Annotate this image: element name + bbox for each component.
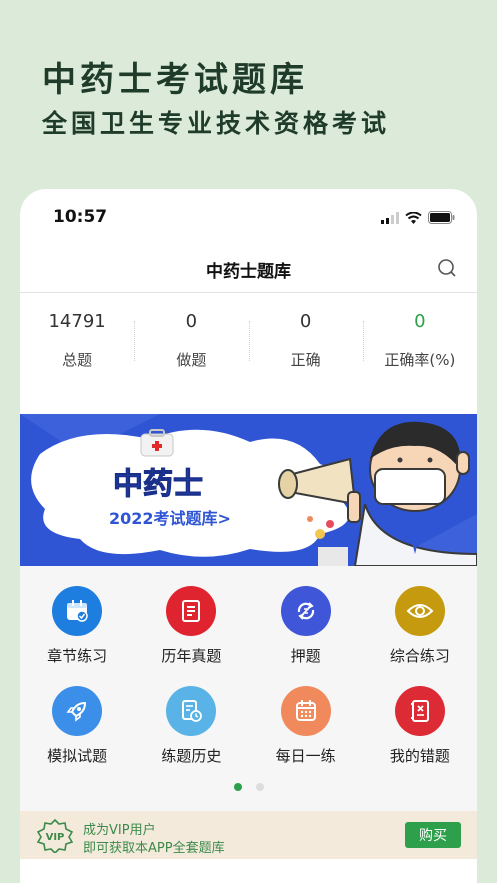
stat-label: 正确 <box>290 351 321 369</box>
history-icon <box>166 686 217 736</box>
stat-correct: 0 正确 <box>248 309 363 389</box>
vip-badge-icon: VIP <box>36 818 74 857</box>
page-indicator <box>20 783 477 791</box>
stat-value: 0 <box>299 311 312 332</box>
menu-item-mock-exam[interactable]: 模拟试题 <box>20 686 134 766</box>
page-title: 中药士题库 <box>206 262 291 282</box>
page-dot-active[interactable] <box>233 783 242 791</box>
buy-button[interactable]: 购买 <box>405 822 461 848</box>
stat-total: 14791 总题 <box>20 309 134 389</box>
stat-done: 0 做题 <box>134 309 248 389</box>
menu-item-practice-history[interactable]: 练题历史 <box>134 686 248 766</box>
nav-bar: 中药士题库 <box>20 247 477 293</box>
menu-label: 押题 <box>290 647 321 665</box>
wrong-book-icon <box>394 686 445 736</box>
menu-label: 历年真题 <box>161 647 222 665</box>
banner-illustration: 中药士 2022考试题库> <box>20 414 477 566</box>
stats-panel: 14791 总题 0 做题 0 正确 0 正确率(%) <box>20 309 477 389</box>
menu-item-predicted-questions[interactable]: 押题 <box>249 586 363 666</box>
page-dot[interactable] <box>255 783 264 791</box>
menu-item-comprehensive-practice[interactable]: 综合练习 <box>363 586 477 666</box>
vip-bar: VIP 成为VIP用户 即可获取本APP全套题库 购买 <box>20 811 477 859</box>
stat-label: 做题 <box>176 351 207 369</box>
menu-item-past-exams[interactable]: 历年真题 <box>134 586 248 666</box>
stat-value: 0 <box>414 311 426 332</box>
menu-label: 我的错题 <box>389 747 450 765</box>
vip-logo-text: VIP <box>46 832 65 843</box>
refresh-icon <box>280 586 331 636</box>
signal-icon <box>381 209 399 228</box>
status-icons <box>381 209 455 228</box>
battery-icon <box>428 209 455 228</box>
promo-banner[interactable]: 中药士 2022考试题库> <box>20 414 477 566</box>
search-icon[interactable] <box>437 258 457 282</box>
menu-item-chapter-practice[interactable]: 章节练习 <box>20 586 134 666</box>
document-list-icon <box>166 586 217 636</box>
status-time: 10:57 <box>53 207 108 227</box>
phone-screen: 10:57 中药士题库 14791 总题 0 做题 0 正确 0 正确率(%) … <box>20 189 477 883</box>
feature-menu: 章节练习 历年真题 押题 综合练习 模拟试题 练题历史 每日一练 我的错题 <box>20 566 477 811</box>
stat-value: 14791 <box>48 311 106 332</box>
menu-item-my-mistakes[interactable]: 我的错题 <box>363 686 477 766</box>
menu-label: 模拟试题 <box>47 747 108 765</box>
daily-calendar-icon <box>280 686 331 736</box>
eye-icon <box>394 586 445 636</box>
menu-label: 练题历史 <box>161 747 222 765</box>
stat-accuracy: 0 正确率(%) <box>362 309 477 389</box>
promo-subtitle: 全国卫生专业技术资格考试 <box>42 109 391 138</box>
stat-value: 0 <box>185 311 198 332</box>
calendar-check-icon <box>52 586 103 636</box>
menu-item-daily-practice[interactable]: 每日一练 <box>249 686 363 766</box>
menu-label: 章节练习 <box>47 647 108 665</box>
vip-promo-line1: 成为VIP用户 <box>83 823 156 838</box>
stat-label: 正确率(%) <box>384 351 456 369</box>
vip-promo-line2: 即可获取本APP全套题库 <box>83 841 225 856</box>
wifi-icon <box>405 209 422 228</box>
menu-label: 每日一练 <box>275 747 336 765</box>
stat-label: 总题 <box>62 351 93 369</box>
status-bar: 10:57 <box>20 189 477 239</box>
banner-subtitle: 2022考试题库> <box>109 509 231 528</box>
promo-title: 中药士考试题库 <box>42 60 308 100</box>
menu-label: 综合练习 <box>389 647 450 665</box>
rocket-icon <box>52 686 103 736</box>
banner-title: 中药士 <box>113 467 203 502</box>
